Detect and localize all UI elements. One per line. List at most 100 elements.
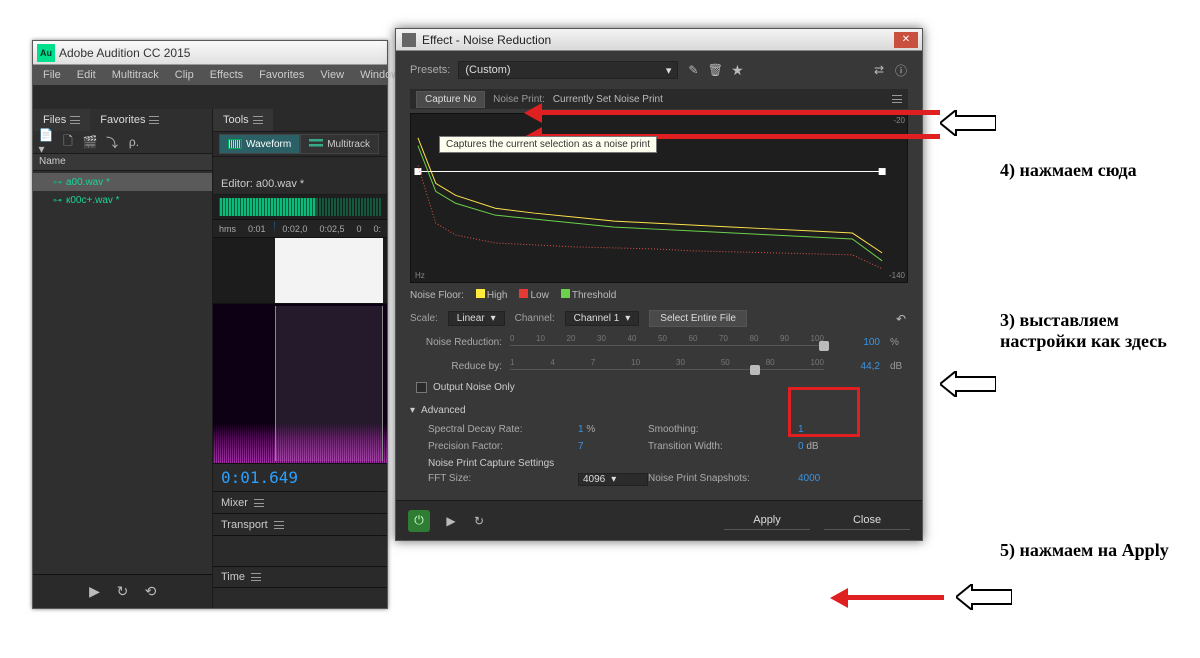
fft-size-label: FFT Size: <box>428 473 578 486</box>
close-button[interactable]: Close <box>824 511 910 530</box>
hamburger-icon <box>149 116 159 124</box>
selection-region[interactable] <box>275 238 383 303</box>
files-panel: Files Favorites 📄▾ 🗋 🎬 ⤵ ρ. Name ⊶a00.wa… <box>33 109 213 608</box>
channel-dropdown[interactable]: Channel 1▾ <box>565 311 640 326</box>
threshold-swatch <box>561 289 570 298</box>
play-icon[interactable]: ▶ <box>88 585 102 599</box>
save-preset-icon[interactable]: ✎ <box>686 63 700 77</box>
insert-icon[interactable]: ⤵ <box>105 135 119 149</box>
dialog-title: Effect - Noise Reduction <box>422 33 894 47</box>
sdr-unit: % <box>586 424 595 435</box>
rb-unit: dB <box>890 361 908 372</box>
open-file-icon[interactable]: 📄▾ <box>39 135 53 149</box>
name-column-header[interactable]: Name <box>33 153 212 171</box>
capture-noise-print-button[interactable]: Capture No <box>416 91 485 108</box>
channel-label: Channel: <box>515 313 555 324</box>
noise-reduction-slider: Noise Reduction: 0102030405060708090100 … <box>410 330 908 354</box>
time-label: Time <box>221 571 245 583</box>
file-item[interactable]: ⊶a00.wav * <box>33 173 212 191</box>
menu-effects[interactable]: Effects <box>202 67 251 83</box>
reduce-by-value[interactable]: 44,2 <box>832 361 882 372</box>
menu-favorites[interactable]: Favorites <box>251 67 312 83</box>
noise-reduction-track[interactable]: 0102030405060708090100 <box>510 334 824 350</box>
hamburger-icon[interactable] <box>892 95 902 103</box>
advanced-toggle[interactable]: ▾ Advanced <box>410 401 908 420</box>
autoplay-icon[interactable]: ⟲ <box>144 585 158 599</box>
menu-multitrack[interactable]: Multitrack <box>104 67 167 83</box>
selection-region[interactable] <box>275 306 383 461</box>
app-logo: Au <box>37 44 55 62</box>
legend-row: Noise Floor: High Low Threshold <box>410 283 908 307</box>
precision-factor-value[interactable]: 7 <box>578 441 648 452</box>
waveform-view-button[interactable]: Waveform <box>219 134 300 154</box>
red-arrow-top2 <box>530 110 940 115</box>
playhead-icon[interactable] <box>274 222 275 236</box>
smoothing-value[interactable]: 1 <box>798 424 868 435</box>
dialog-titlebar[interactable]: Effect - Noise Reduction ✕ <box>396 29 922 51</box>
apply-button[interactable]: Apply <box>724 511 810 530</box>
annotation-5: 5) нажмаем на Apply <box>1000 540 1169 561</box>
snapshots-value[interactable]: 4000 <box>798 473 868 486</box>
multitrack-icon <box>309 139 323 149</box>
output-noise-only-checkbox[interactable] <box>416 382 427 393</box>
loop-icon[interactable]: ↻ <box>472 514 486 528</box>
channel-map-icon[interactable]: ⇄ <box>872 63 886 77</box>
slider-thumb[interactable] <box>750 365 760 375</box>
favorite-icon[interactable]: ★ <box>730 63 744 77</box>
power-button[interactable]: ⏻ <box>408 510 430 532</box>
transport-panel-header[interactable]: Transport <box>213 514 387 536</box>
file-item[interactable]: ⊶к00с+.wav * <box>33 191 212 209</box>
menu-view[interactable]: View <box>312 67 352 83</box>
reduce-by-label: Reduce by: <box>410 361 502 372</box>
search-icon[interactable]: ρ. <box>127 135 141 149</box>
info-icon[interactable]: ⓘ <box>894 63 908 77</box>
tab-tools[interactable]: Tools <box>213 109 273 131</box>
transport-label: Transport <box>221 519 268 531</box>
reduce-by-slider: Reduce by: 14710305080100 44,2 dB <box>410 354 908 378</box>
close-icon[interactable]: ✕ <box>894 32 918 48</box>
hollow-arrow-4 <box>940 110 996 136</box>
spectral-decay-value[interactable]: 1 <box>578 424 584 435</box>
x-axis-label: Hz <box>415 271 425 280</box>
time-ruler[interactable]: hms 0:01 0:02,0 0:02,5 0 0: <box>213 220 387 238</box>
delete-preset-icon[interactable]: 🗑 <box>708 63 722 77</box>
video-icon[interactable]: 🎬 <box>83 135 97 149</box>
tab-files-label: Files <box>43 114 66 126</box>
scale-dropdown[interactable]: Linear▾ <box>448 311 505 326</box>
new-file-icon[interactable]: 🗋 <box>61 135 75 149</box>
menu-clip[interactable]: Clip <box>167 67 202 83</box>
preview-play-icon[interactable]: ▶ <box>444 514 458 528</box>
hamburger-icon <box>70 116 80 124</box>
time-panel-header[interactable]: Time <box>213 566 387 588</box>
menu-file[interactable]: File <box>35 67 69 83</box>
loop-icon[interactable]: ↻ <box>116 585 130 599</box>
snapshots-label: Noise Print Snapshots: <box>648 473 798 486</box>
multitrack-view-button[interactable]: Multitrack <box>300 134 379 154</box>
undo-icon[interactable]: ↶ <box>894 312 908 326</box>
spectrogram-area[interactable] <box>213 304 387 464</box>
high-swatch <box>476 289 485 298</box>
waveform-area[interactable] <box>213 238 387 304</box>
transition-width-value[interactable]: 0 <box>798 441 804 452</box>
smoothing-label: Smoothing: <box>648 424 798 435</box>
fft-size-dropdown[interactable]: 4096 ▾ <box>578 473 648 486</box>
mixer-panel-header[interactable]: Mixer <box>213 492 387 514</box>
nr-unit: % <box>890 337 908 348</box>
tw-unit: dB <box>806 441 818 452</box>
hamburger-icon <box>253 116 263 124</box>
select-entire-file-button[interactable]: Select Entire File <box>649 310 747 327</box>
slider-thumb[interactable] <box>819 341 829 351</box>
tab-favorites[interactable]: Favorites <box>90 109 169 131</box>
noise-reduction-value[interactable]: 100 <box>832 337 882 348</box>
annotation-3: 3) выставляем настройки как здесь <box>1000 310 1190 352</box>
tooltip: Captures the current selection as a nois… <box>439 136 657 153</box>
reduce-by-track[interactable]: 14710305080100 <box>510 358 824 374</box>
menu-edit[interactable]: Edit <box>69 67 104 83</box>
presets-dropdown[interactable]: (Custom)▾ <box>458 61 678 79</box>
waveform-icon <box>228 139 242 149</box>
advanced-body: Spectral Decay Rate: 1 % Smoothing: 1 Pr… <box>410 420 908 490</box>
waveform-label: Waveform <box>246 139 291 150</box>
scale-label: Scale: <box>410 313 438 324</box>
overview-waveform[interactable] <box>213 195 387 220</box>
tab-tools-label: Tools <box>223 114 249 126</box>
